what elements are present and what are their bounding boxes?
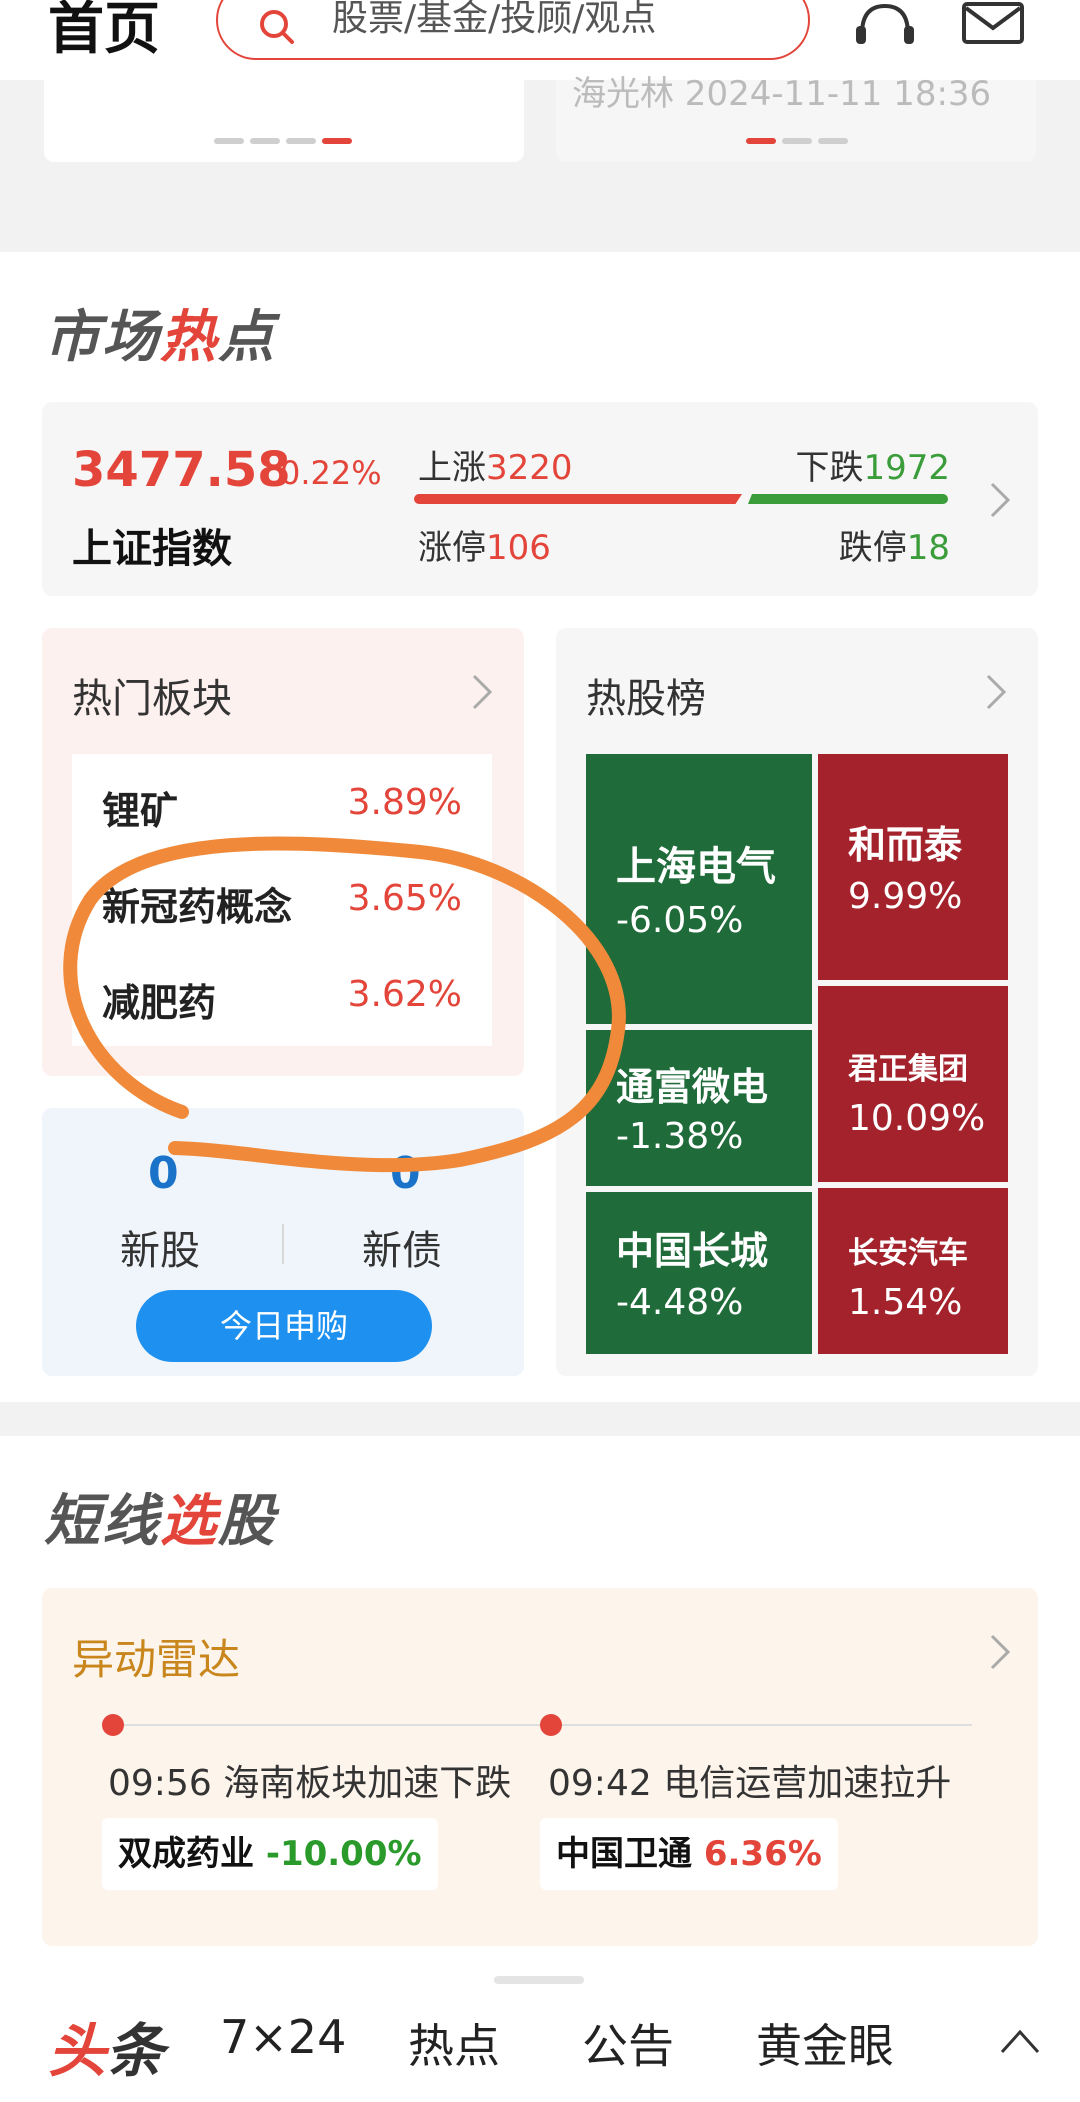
list-item[interactable]: 锂矿 3.89% (72, 754, 492, 850)
new-stock-label[interactable]: 新股 (120, 1218, 200, 1276)
hot-stocks-title: 热股榜 (586, 676, 706, 722)
chevron-up-icon[interactable] (998, 2026, 1042, 2056)
carousel-snippet: 海光林 2024-11-11 18:36 (572, 74, 992, 114)
page-title: 首页 (48, 0, 160, 62)
search-placeholder: 股票/基金/投顾/观点 (332, 0, 657, 39)
timeline-dot (102, 1714, 124, 1736)
up-ratio-bar (414, 494, 742, 504)
customer-service-icon[interactable] (850, 0, 920, 50)
tab-headlines[interactable]: 头条 (48, 2004, 164, 2088)
carousel-dots (746, 138, 848, 144)
limit-down-count: 跌停18 (838, 528, 950, 568)
new-bond-label[interactable]: 新债 (362, 1218, 442, 1276)
index-name: 上证指数 (72, 526, 232, 572)
search-icon (260, 10, 294, 44)
hot-stock-tile[interactable]: 上海电气 -6.05% (586, 754, 812, 1024)
anomaly-radar-panel[interactable]: 异动雷达 09:56 海南板块加速下跌 09:42 电信运营加速拉升 双成药业 … (42, 1588, 1038, 1946)
up-count: 上涨3220 (418, 448, 573, 488)
new-stock-count: 0 (148, 1148, 179, 1199)
new-bond-count: 0 (390, 1148, 421, 1199)
app-screen: 首页 股票/基金/投顾/观点 海光林 2024-11-11 18:36 市场热点… (0, 0, 1080, 2102)
limit-up-count: 涨停106 (418, 528, 551, 568)
index-value: 3477.58 (72, 442, 291, 498)
anomaly-radar-title: 异动雷达 (72, 1635, 241, 1684)
bottom-tab-bar: 头条 7×24 热点 公告 黄金眼 (0, 1970, 1080, 2102)
timeline-dot (540, 1714, 562, 1736)
hot-stocks-panel[interactable]: 热股榜 上海电气 -6.05% 和而泰 9.99% 通富微电 -1.38% 君正… (556, 628, 1038, 1376)
down-ratio-bar (748, 494, 948, 504)
chevron-right-icon (990, 1634, 1011, 1670)
tab-7x24[interactable]: 7×24 (220, 2010, 346, 2064)
hot-sectors-panel[interactable]: 热门板块 锂矿 3.89% 新冠药概念 3.65% 减肥药 3.62% (42, 628, 524, 1076)
mail-icon[interactable] (958, 0, 1028, 50)
event-stock-tag[interactable]: 双成药业 -10.00% (102, 1818, 438, 1890)
hot-stock-tile[interactable]: 中国长城 -4.48% (586, 1192, 812, 1354)
divider (282, 1224, 284, 1264)
event-time-text: 09:42 电信运营加速拉升 (548, 1763, 952, 1804)
hot-sectors-title: 热门板块 (72, 676, 232, 722)
hot-stock-tile[interactable]: 君正集团 10.09% (818, 986, 1008, 1182)
index-change-pct: 0.22% (280, 454, 382, 492)
chevron-right-icon (472, 674, 493, 710)
tab-hotspot[interactable]: 热点 (408, 2010, 500, 2076)
subscribe-today-button[interactable]: 今日申购 (136, 1290, 432, 1362)
carousel-dots (214, 138, 352, 144)
tab-announcement[interactable]: 公告 (582, 2010, 674, 2076)
drag-handle[interactable] (494, 1976, 584, 1984)
hot-stock-tile[interactable]: 和而泰 9.99% (818, 754, 1008, 980)
hot-sectors-list: 锂矿 3.89% 新冠药概念 3.65% 减肥药 3.62% (72, 754, 492, 1046)
tab-golden-eye[interactable]: 黄金眼 (756, 2010, 894, 2076)
market-hot-section: 市场热点 3477.58 0.22% 上证指数 上涨3220 下跌1972 涨停… (0, 252, 1080, 1402)
hot-stock-tile[interactable]: 长安汽车 1.54% (818, 1188, 1008, 1354)
hot-stock-tile[interactable]: 通富微电 -1.38% (586, 1030, 812, 1186)
down-count: 下跌1972 (795, 448, 950, 488)
chevron-right-icon (990, 482, 1011, 518)
short-pick-section: 短线选股 异动雷达 09:56 海南板块加速下跌 09:42 电信运营加速拉升 … (0, 1436, 1080, 1970)
carousel-card-right[interactable]: 海光林 2024-11-11 18:36 (556, 74, 1036, 162)
list-item[interactable]: 减肥药 3.62% (72, 946, 492, 1042)
event-stock-tag[interactable]: 中国卫通 6.36% (540, 1818, 838, 1890)
section-title-market-hot: 市场热点 (44, 305, 276, 370)
index-panel[interactable]: 3477.58 0.22% 上证指数 上涨3220 下跌1972 涨停106 跌… (42, 402, 1038, 596)
carousel-card-left[interactable] (44, 80, 524, 162)
search-input[interactable]: 股票/基金/投顾/观点 (216, 0, 810, 60)
event-time-text: 09:56 海南板块加速下跌 (108, 1763, 512, 1804)
ipo-panel: 0 新股 0 新债 今日申购 (42, 1108, 524, 1376)
section-title-short-pick: 短线选股 (44, 1489, 276, 1554)
list-item[interactable]: 新冠药概念 3.65% (72, 850, 492, 946)
chevron-right-icon (986, 674, 1007, 710)
